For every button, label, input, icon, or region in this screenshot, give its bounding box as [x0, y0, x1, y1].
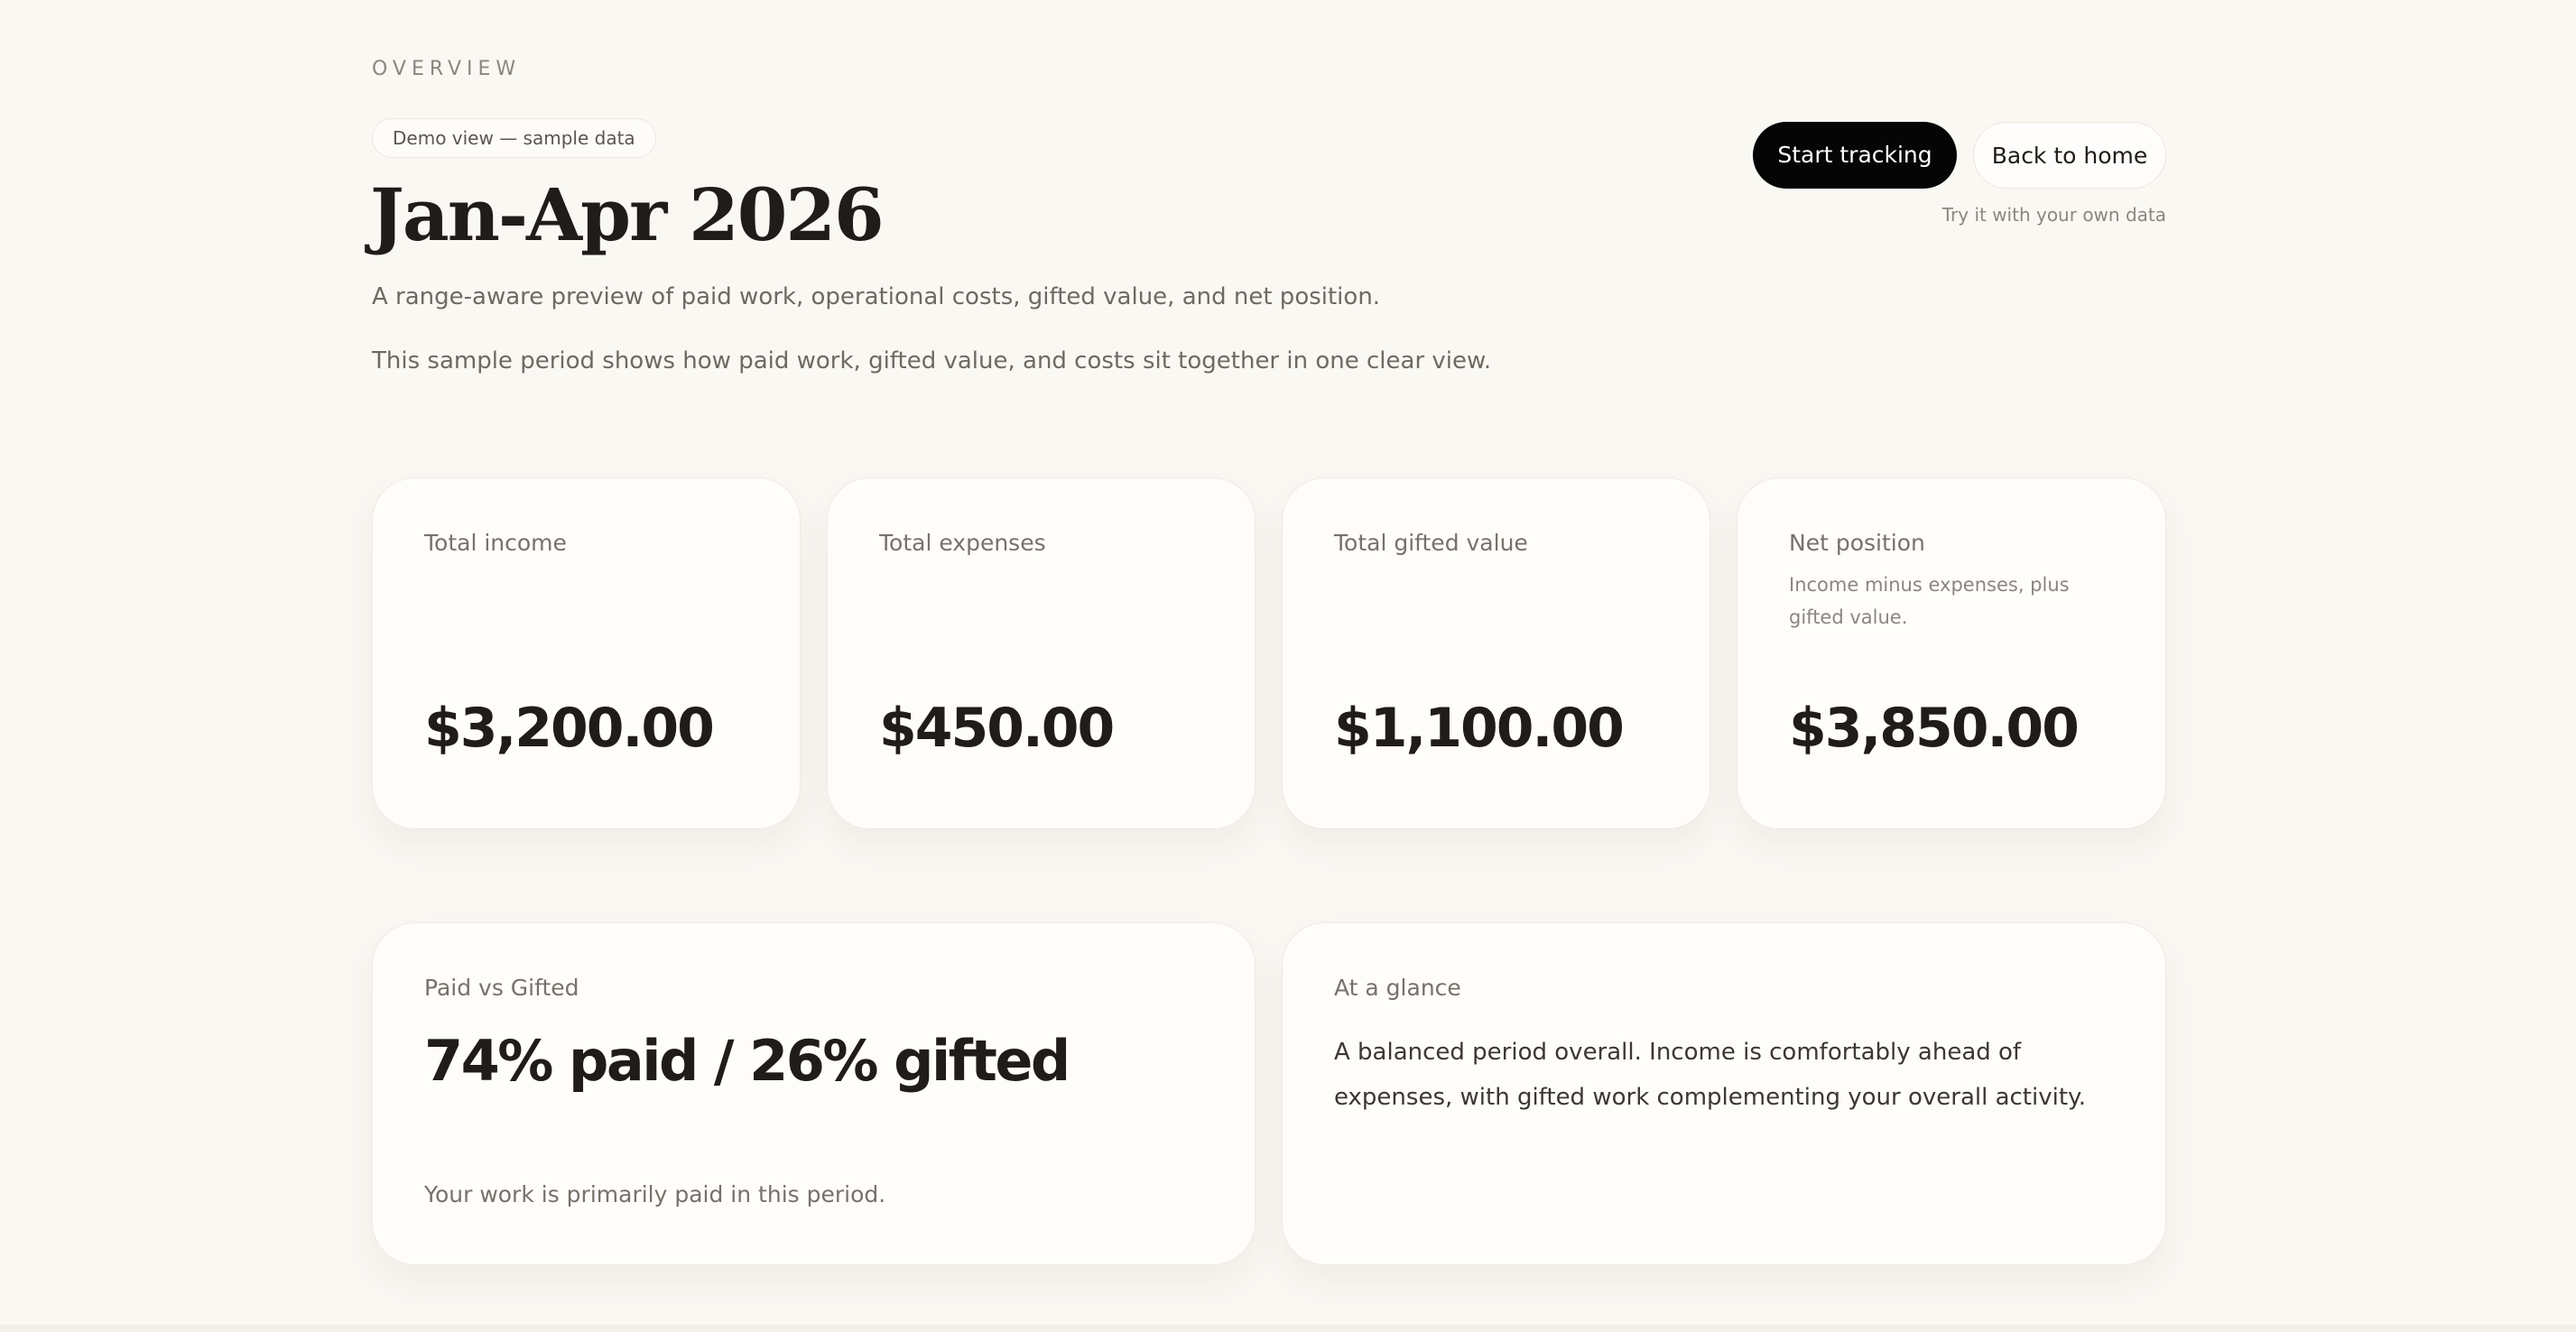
page-description: This sample period shows how paid work, … — [372, 347, 1492, 375]
metric-label: Total expenses — [879, 530, 1046, 556]
metric-label: Total income — [424, 530, 567, 556]
total-gifted-value-card: Total gifted value $1,100.00 — [1282, 477, 1710, 829]
total-income-card: Total income $3,200.00 — [372, 477, 801, 829]
metric-note: Income minus expenses, plus gifted value… — [1789, 574, 2070, 628]
page-subtitle: A range-aware preview of paid work, oper… — [372, 283, 1381, 310]
start-tracking-button[interactable]: Start tracking — [1753, 122, 1957, 189]
split-label: Paid vs Gifted — [424, 975, 579, 1001]
metric-label: Total gifted value — [1334, 530, 1528, 556]
split-footnote: Your work is primarily paid in this peri… — [424, 1181, 886, 1207]
section-eyebrow: OVERVIEW — [372, 58, 522, 80]
net-position-card: Net position Income minus expenses, plus… — [1737, 477, 2166, 829]
overview-page: OVERVIEW Demo view — sample data Jan-Apr… — [370, 0, 2166, 1332]
actions-hint: Try it with your own data — [1941, 204, 2166, 226]
paid-vs-gifted-card: Paid vs Gifted 74% paid / 26% gifted You… — [372, 922, 1256, 1265]
glance-text: A balanced period overall. Income is com… — [1334, 1039, 2086, 1111]
header-actions: Start tracking Back to home — [1753, 122, 2166, 189]
metric-value: $3,850.00 — [1789, 697, 2080, 760]
page-bottom-band — [0, 1325, 2576, 1332]
back-to-home-button[interactable]: Back to home — [1973, 122, 2166, 189]
demo-badge: Demo view — sample data — [372, 118, 656, 158]
split-value: 74% paid / 26% gifted — [424, 1028, 1070, 1094]
metric-value: $450.00 — [879, 697, 1115, 760]
at-a-glance-card: At a glance A balanced period overall. I… — [1282, 922, 2166, 1265]
page-title: Jan-Apr 2026 — [370, 172, 885, 257]
glance-label: At a glance — [1334, 975, 1461, 1001]
metric-value: $3,200.00 — [424, 697, 715, 760]
metric-value: $1,100.00 — [1334, 697, 1625, 760]
metric-label: Net position — [1789, 530, 1925, 556]
total-expenses-card: Total expenses $450.00 — [827, 477, 1256, 829]
